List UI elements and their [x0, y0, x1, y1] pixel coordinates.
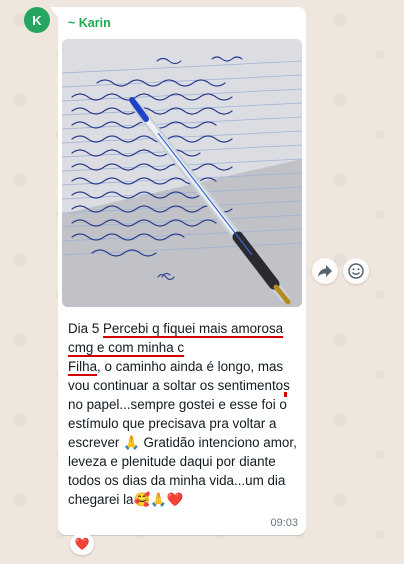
message-part-1: Dia 5	[68, 321, 103, 336]
underlined-phrase-3: Filha	[68, 359, 98, 374]
heart-reaction[interactable]: ❤️	[70, 533, 94, 555]
message-text: Dia 5 Percebi q fiquei mais amorosa cmg e…	[68, 319, 298, 509]
avatar[interactable]: K	[24, 7, 50, 33]
forward-icon	[318, 265, 332, 277]
underlined-phrase-2: cmg e com minha c	[68, 340, 185, 355]
red-mark	[284, 392, 287, 397]
emoji-icon	[348, 263, 364, 279]
avatar-letter: K	[32, 12, 42, 28]
emoji-button[interactable]	[343, 258, 369, 284]
message-timestamp: 09:03	[270, 517, 298, 529]
message-part-2: , o caminho ainda é longo, mas vou conti…	[68, 359, 297, 507]
message-bubble[interactable]: ~ Karin Dia 5 Percebi q fiquei mais amor…	[58, 7, 306, 535]
forward-button[interactable]	[312, 258, 338, 284]
underlined-phrase-1: Percebi q fiquei mais amorosa	[102, 321, 284, 336]
heart-reaction-icon: ❤️	[74, 537, 90, 551]
bubble-tail	[50, 7, 58, 17]
notebook-illustration	[62, 39, 302, 307]
message-photo[interactable]	[62, 39, 302, 307]
sender-name[interactable]: ~ Karin	[68, 16, 111, 30]
